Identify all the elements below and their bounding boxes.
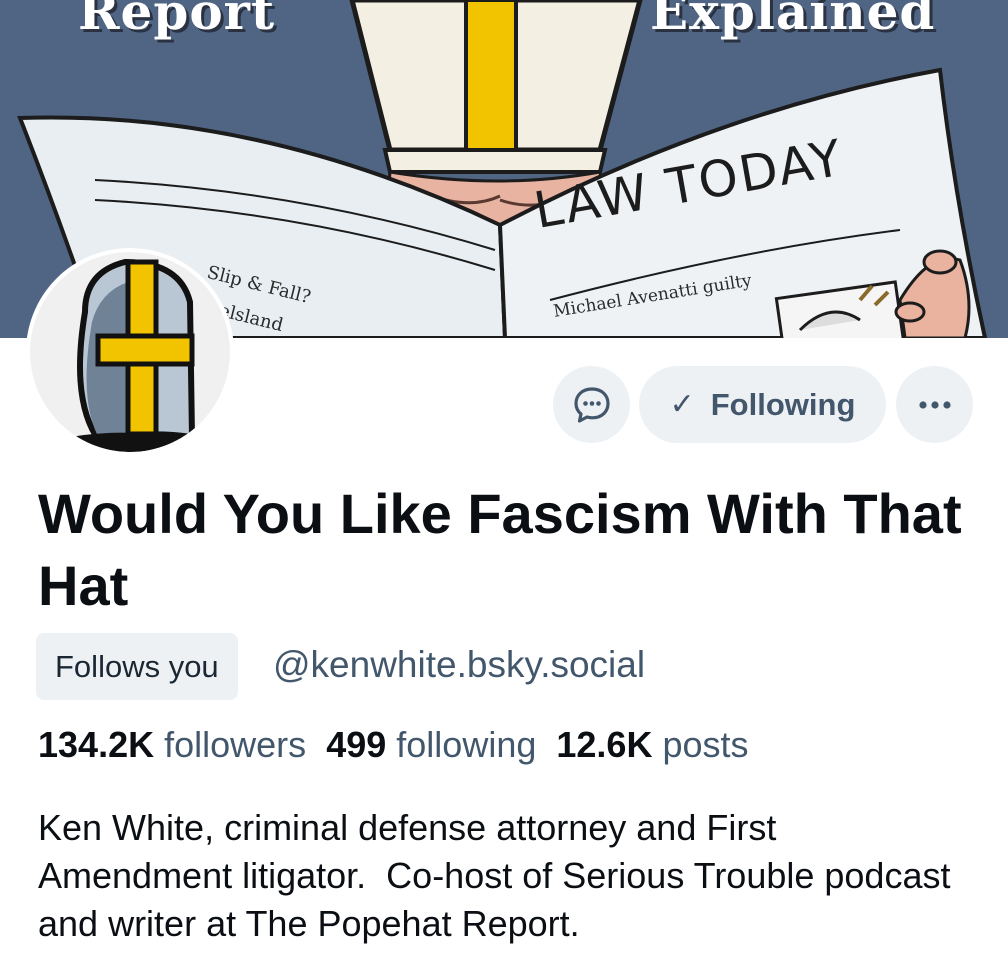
- following-count: 499: [326, 724, 387, 765]
- avatar[interactable]: [26, 248, 234, 456]
- profile-handle: @kenwhite.bsky.social: [273, 644, 646, 685]
- pope-hat-avatar-icon: [65, 258, 200, 452]
- ellipsis-icon: [918, 400, 951, 409]
- avatar-image: [30, 252, 230, 452]
- check-icon: ✓: [669, 388, 695, 421]
- followers-stat[interactable]: 134.2K followers: [38, 724, 306, 765]
- chat-bubble-icon: [573, 386, 610, 423]
- following-button[interactable]: ✓ Following: [639, 366, 886, 443]
- posts-stat: 12.6K posts: [556, 724, 748, 765]
- following-button-label: Following: [710, 386, 856, 422]
- display-name: Would You Like Fascism With That Hat: [38, 482, 962, 617]
- banner-title-right: Explained: [650, 0, 936, 41]
- posts-label: posts: [662, 724, 749, 765]
- following-stat[interactable]: 499 following: [326, 724, 536, 765]
- message-button[interactable]: [553, 366, 630, 443]
- following-label: following: [396, 724, 537, 765]
- banner-title-left: Report: [78, 0, 276, 41]
- posts-count: 12.6K: [556, 724, 653, 765]
- profile-bio: Ken White, criminal defense attorney and…: [38, 807, 961, 944]
- profile-stats: 134.2K followers 499 following 12.6K pos…: [38, 724, 749, 766]
- more-options-button[interactable]: [896, 366, 973, 443]
- follows-you-badge: Follows you: [36, 633, 238, 700]
- followers-count: 134.2K: [38, 724, 155, 765]
- followers-label: followers: [164, 724, 307, 765]
